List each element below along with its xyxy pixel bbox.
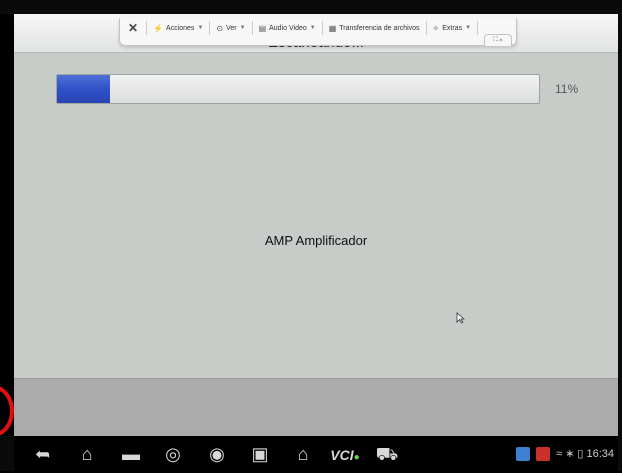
system-navigation-bar: ➦ ⌂ ▬ ◎ ◉ ▣ ⌂ VCI● ⛟ ≈ ∗ ▯ 16:34 [14, 436, 618, 471]
caret-down-icon: ▼ [197, 25, 204, 31]
mouse-cursor-icon [456, 312, 466, 327]
toolbar-ver-label: Ver [226, 24, 237, 32]
progress-percent-label: 11% [555, 82, 579, 96]
toolbar-audio-video-label: Audio Video [269, 24, 307, 32]
scanned-item-label: AMP Amplificador [264, 233, 368, 248]
progress-fill [57, 75, 111, 103]
vci-button[interactable]: VCI● [324, 439, 366, 469]
eye-icon: ⊙ [216, 23, 224, 33]
audio-video-icon: ▤ [258, 23, 267, 33]
device-screen: Escaneando... ✕ ⚡ Acciones ▼ ⊙ Ver ▼ ▤ A… [14, 14, 618, 437]
autel-home-button[interactable]: ⌂ [288, 439, 318, 469]
caret-down-icon: ▼ [465, 25, 472, 31]
lightning-icon: ⚡ [153, 23, 164, 33]
extras-icon: ✧ [432, 23, 440, 33]
bottom-button-area [14, 378, 618, 437]
file-transfer-icon: ▦ [328, 23, 337, 33]
vci-label: VCI [330, 447, 354, 463]
vehicle-button[interactable]: ⛟ [372, 439, 402, 469]
bezel [0, 14, 14, 436]
back-arrow-icon: ➦ [35, 444, 51, 464]
car-icon: ⛟ [375, 444, 399, 464]
vci-status-icon: ● [353, 452, 360, 463]
home-icon: ⌂ [81, 444, 93, 464]
close-button[interactable]: ✕ [120, 21, 148, 35]
toolbar-extras-menu[interactable]: ✧ Extras ▼ [427, 21, 479, 35]
toolbar-acciones-menu[interactable]: ⚡ Acciones ▼ [147, 21, 211, 35]
bluetooth-icon: ∗ [565, 448, 575, 460]
toolbar-ver-menu[interactable]: ⊙ Ver ▼ [210, 21, 253, 35]
browser-icon: ◎ [165, 444, 181, 464]
toolbar-collapse-tab[interactable]: ⛶ ∧ [484, 34, 512, 46]
scan-progress-bar [56, 74, 540, 104]
camera-button[interactable]: ◉ [202, 439, 232, 469]
recents-button[interactable]: ▬ [116, 439, 146, 469]
teamviewer-icon[interactable] [536, 446, 551, 461]
wifi-icon: ≈ [556, 447, 563, 460]
remote-control-toolbar: ✕ ⚡ Acciones ▼ ⊙ Ver ▼ ▤ Audio Video ▼ ▦… [119, 18, 517, 46]
caret-down-icon: ▼ [239, 25, 246, 31]
screen-capture-icon: ▣ [251, 444, 269, 464]
caret-down-icon: ▼ [309, 25, 316, 31]
toolbar-audio-video-menu[interactable]: ▤ Audio Video ▼ [253, 21, 323, 35]
toolbar-extras-label: Extras [442, 24, 463, 32]
autel-home-icon: ⌂ [297, 444, 309, 464]
screen-capture-button[interactable]: ▣ [245, 439, 275, 469]
battery-icon: ▯ [577, 448, 584, 460]
toolbar-acciones-label: Acciones [166, 24, 195, 32]
clock: 16:34 [586, 447, 614, 460]
back-button[interactable]: ➦ [28, 439, 58, 469]
close-icon: ✕ [128, 21, 139, 35]
toolbar-file-transfer-label: Transferencia de archivos [339, 24, 420, 32]
browser-button[interactable]: ◎ [158, 439, 188, 469]
app-notification-icon[interactable] [516, 446, 531, 461]
recents-icon: ▬ [122, 444, 140, 464]
status-bar: ≈ ∗ ▯ 16:34 [516, 436, 614, 471]
toolbar-file-transfer-button[interactable]: ▦ Transferencia de archivos [323, 21, 427, 35]
camera-icon: ◉ [209, 444, 225, 464]
home-button[interactable]: ⌂ [72, 439, 102, 469]
